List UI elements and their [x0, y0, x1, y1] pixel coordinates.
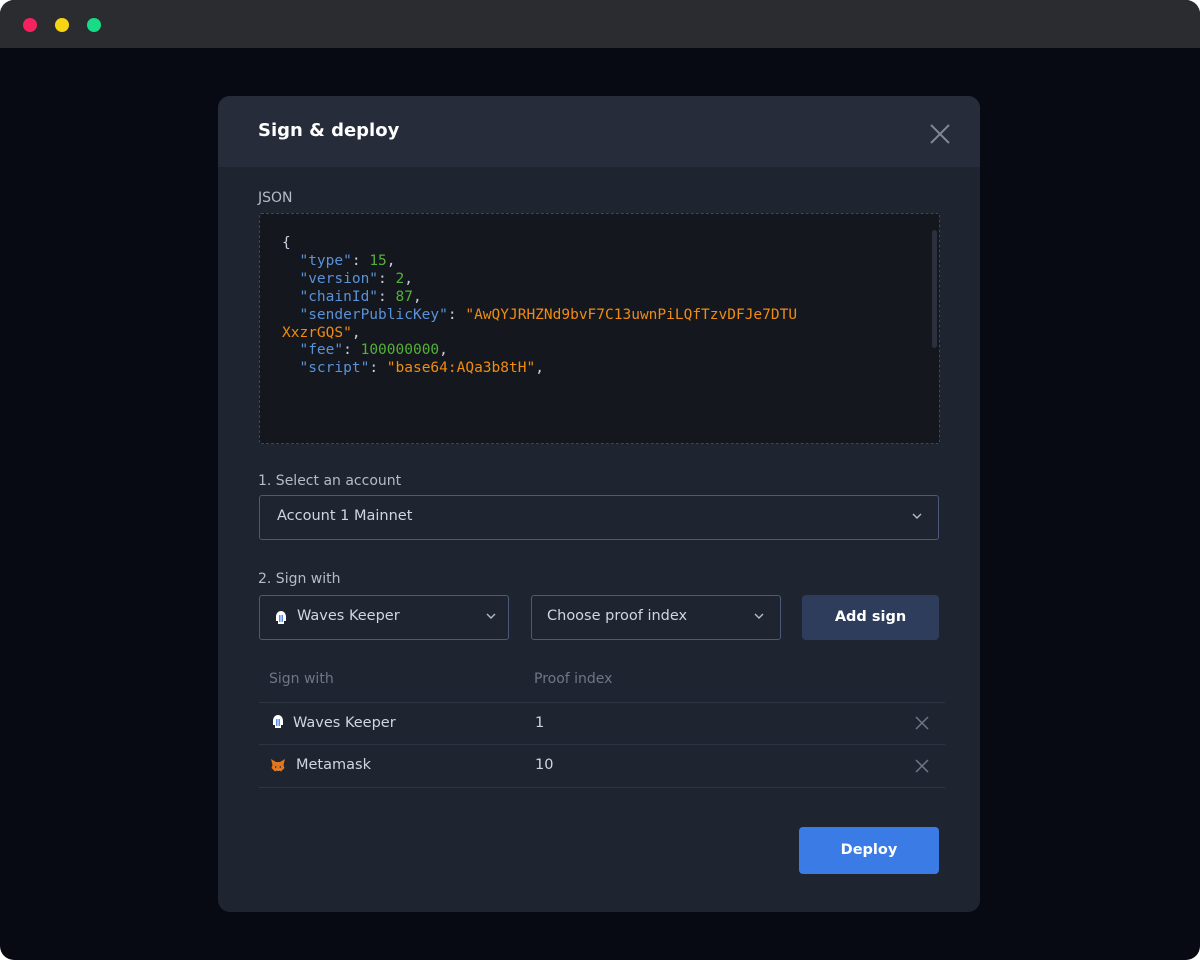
app-window: Sign & deploy JSON { "type": 15, "versio…	[0, 0, 1200, 960]
json-open-brace: {	[282, 235, 291, 251]
modal-header: Sign & deploy	[218, 96, 980, 167]
close-icon[interactable]	[927, 121, 953, 147]
table-divider	[259, 787, 945, 788]
sign-with-select-value: Waves Keeper	[297, 608, 400, 624]
sign-deploy-modal: Sign & deploy JSON { "type": 15, "versio…	[218, 96, 980, 912]
table-divider	[259, 744, 945, 745]
json-value: 100000000	[360, 342, 440, 359]
chevron-down-icon	[754, 613, 764, 619]
title-bar	[0, 0, 1200, 48]
json-value-continued: XxzrGQS"	[282, 324, 352, 341]
json-key: "senderPublicKey"	[299, 306, 448, 323]
chevron-down-icon	[912, 513, 922, 519]
proof-index-placeholder: Choose proof index	[547, 608, 688, 624]
metamask-fox-icon	[271, 759, 285, 772]
account-select[interactable]: Account 1 Mainnet	[259, 495, 939, 540]
row-proof-index: 10	[535, 757, 554, 773]
json-value: 2	[395, 270, 405, 287]
json-key: "type"	[299, 252, 352, 269]
json-key: "script"	[299, 360, 370, 377]
col-header-sign-with: Sign with	[269, 671, 334, 687]
json-key: "fee"	[299, 342, 344, 359]
row-proof-index: 1	[535, 715, 545, 731]
remove-row-icon[interactable]	[914, 715, 930, 731]
row-signer: Metamask	[296, 757, 371, 773]
json-value: 15	[369, 252, 387, 269]
account-select-value: Account 1 Mainnet	[277, 508, 413, 524]
json-key: "version"	[299, 270, 379, 287]
json-editor[interactable]: { "type": 15, "version": 2, "chainId": 8…	[259, 213, 940, 444]
window-zoom-dot[interactable]	[87, 18, 101, 32]
sign-with-select[interactable]: Waves Keeper	[259, 595, 509, 640]
add-sign-button[interactable]: Add sign	[802, 595, 939, 640]
modal-title: Sign & deploy	[258, 120, 400, 141]
table-divider	[259, 702, 945, 703]
window-minimize-dot[interactable]	[55, 18, 69, 32]
json-code: { "type": 15, "version": 2, "chainId": 8…	[282, 235, 798, 377]
proof-index-select[interactable]: Choose proof index	[531, 595, 781, 640]
json-value: "base64:AQa3b8tH"	[386, 360, 536, 377]
json-label: JSON	[258, 190, 293, 206]
account-label: 1. Select an account	[258, 473, 402, 489]
row-signer: Waves Keeper	[293, 715, 396, 731]
json-value: "AwQYJRHZNd9bvF7C13uwnPiLQfTzvDFJe7DTU	[465, 306, 798, 323]
deploy-button[interactable]: Deploy	[799, 827, 939, 874]
chevron-down-icon	[486, 613, 496, 619]
remove-row-icon[interactable]	[914, 758, 930, 774]
waves-keeper-icon	[273, 715, 283, 728]
json-scrollbar[interactable]	[932, 230, 937, 348]
col-header-proof-index: Proof index	[534, 671, 613, 687]
json-value: 87	[395, 288, 413, 305]
window-close-dot[interactable]	[23, 18, 37, 32]
sign-with-label: 2. Sign with	[258, 571, 341, 587]
waves-keeper-icon	[276, 611, 286, 624]
json-key: "chainId"	[299, 288, 379, 305]
